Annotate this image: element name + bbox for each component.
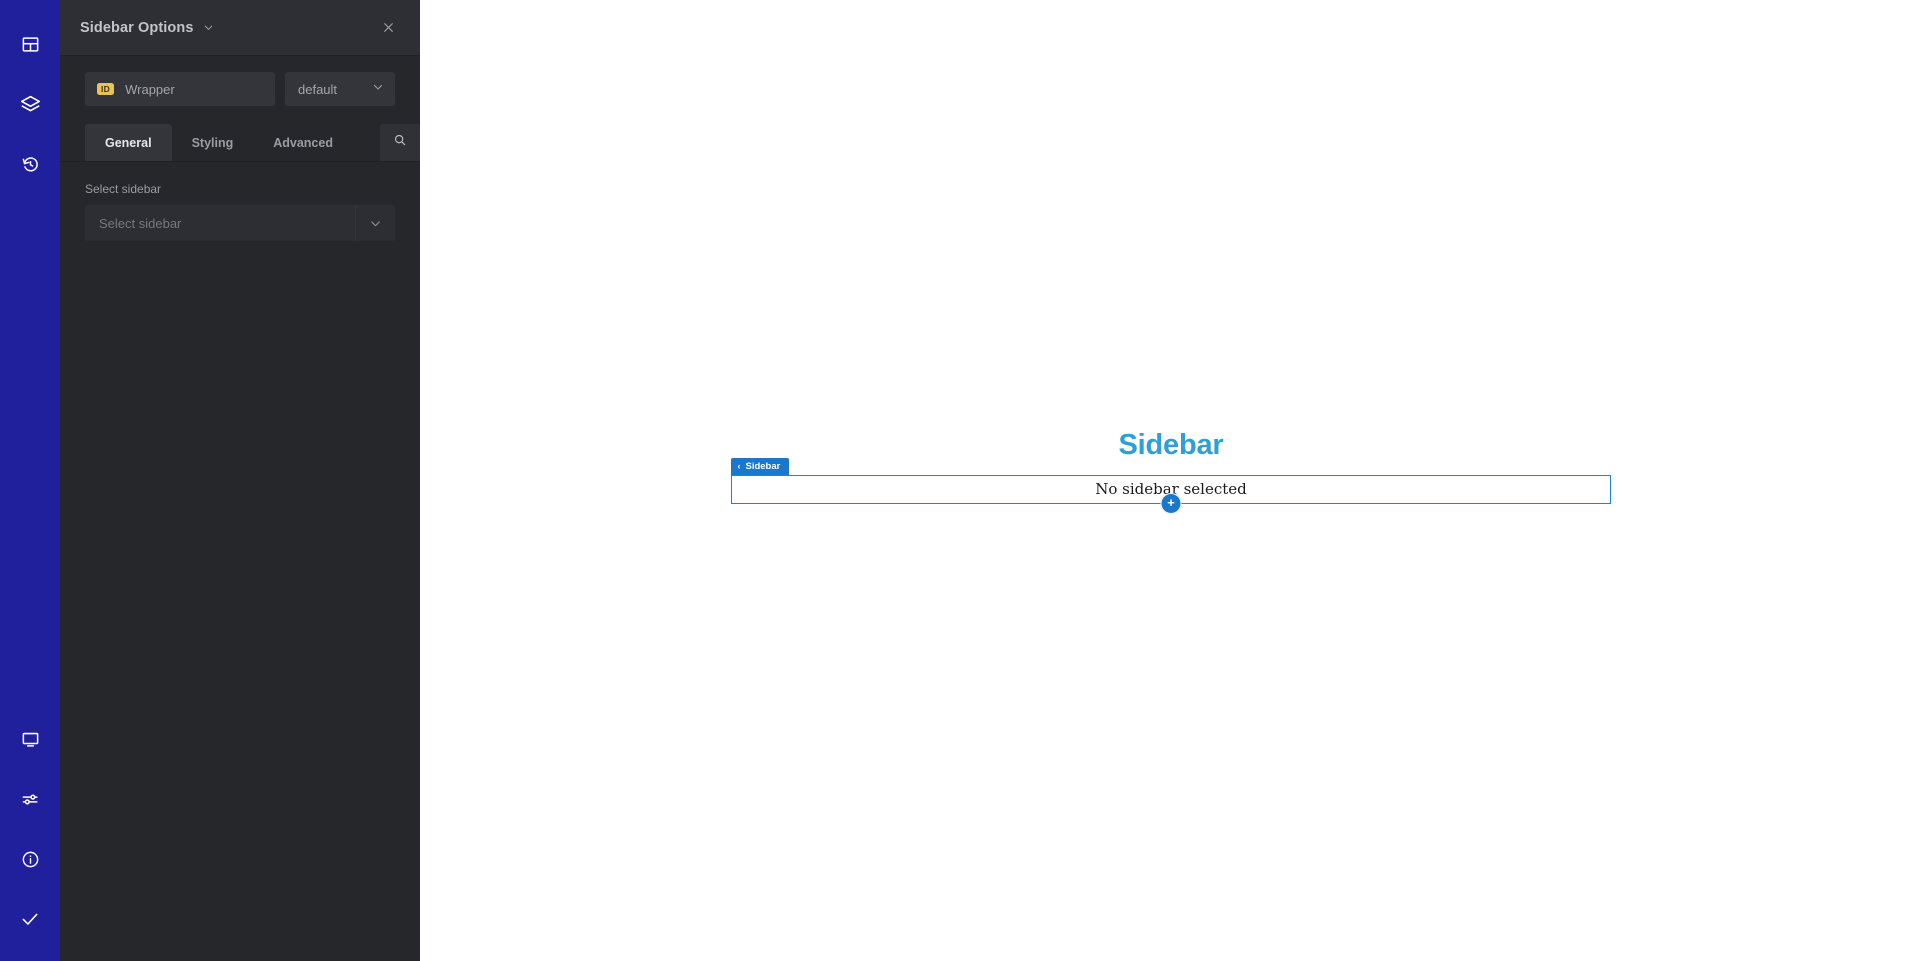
element-state-value: default bbox=[298, 81, 338, 97]
rail-bottom-group bbox=[0, 709, 60, 949]
element-id-row: ID Wrapper default bbox=[60, 56, 420, 106]
id-badge: ID bbox=[97, 82, 115, 96]
rail-item-elements[interactable] bbox=[0, 14, 60, 74]
chevron-down-icon bbox=[355, 205, 395, 241]
sidebar-widget: Sidebar ‹ Sidebar No sidebar selected + bbox=[730, 429, 1611, 514]
tabs-spacer bbox=[353, 124, 380, 161]
tab-styling-label: Styling bbox=[191, 135, 234, 150]
search-button[interactable] bbox=[380, 124, 420, 161]
panel-header: Sidebar Options bbox=[60, 0, 420, 56]
rail-item-navigator[interactable] bbox=[0, 74, 60, 134]
rail-item-history[interactable] bbox=[0, 134, 60, 194]
editor-canvas[interactable]: Sidebar ‹ Sidebar No sidebar selected + bbox=[420, 0, 1920, 961]
history-icon bbox=[21, 155, 40, 174]
tab-general[interactable]: General bbox=[85, 124, 172, 161]
rail-item-responsive[interactable] bbox=[0, 709, 60, 769]
chevron-down-icon bbox=[372, 80, 384, 98]
select-sidebar-input[interactable]: Select sidebar bbox=[85, 205, 395, 241]
panel-title: Sidebar Options bbox=[80, 19, 194, 36]
widget-heading: Sidebar bbox=[1118, 429, 1224, 461]
layout-icon bbox=[21, 35, 40, 54]
info-circle-icon bbox=[21, 850, 40, 869]
tab-general-label: General bbox=[105, 135, 152, 150]
element-handle-text: Sidebar bbox=[745, 460, 781, 472]
left-icon-rail bbox=[0, 0, 60, 961]
rail-item-help[interactable] bbox=[0, 829, 60, 889]
chevron-left-icon: ‹ bbox=[737, 460, 741, 471]
panel-tabs: General Styling Advanced bbox=[60, 124, 420, 162]
element-name-label: Wrapper bbox=[125, 81, 175, 97]
tab-advanced-label: Advanced bbox=[273, 135, 333, 150]
tab-styling[interactable]: Styling bbox=[172, 124, 254, 161]
monitor-icon bbox=[21, 730, 40, 749]
search-icon bbox=[393, 133, 407, 152]
layers-icon bbox=[20, 94, 41, 115]
add-element-plus: + bbox=[1167, 495, 1175, 511]
editor-root: Sidebar Options ID Wrapper default Gener… bbox=[0, 0, 1920, 961]
widget-element-box[interactable]: ‹ Sidebar No sidebar selected + bbox=[730, 457, 1611, 514]
add-element-button[interactable]: + bbox=[1160, 492, 1182, 514]
close-icon[interactable] bbox=[376, 16, 400, 40]
select-sidebar-label: Select sidebar bbox=[85, 182, 162, 196]
rail-top-group bbox=[0, 0, 60, 194]
sliders-icon bbox=[21, 790, 40, 809]
rail-item-publish[interactable] bbox=[0, 889, 60, 949]
element-handle-label[interactable]: ‹ Sidebar bbox=[730, 457, 790, 475]
chevron-down-icon[interactable] bbox=[203, 22, 214, 33]
tab-advanced[interactable]: Advanced bbox=[253, 124, 353, 161]
settings-panel: Sidebar Options ID Wrapper default Gener… bbox=[60, 0, 420, 961]
element-id-chip[interactable]: ID Wrapper bbox=[85, 72, 275, 106]
panel-body: ID Wrapper default General Styling Advan… bbox=[60, 56, 420, 961]
select-sidebar-value: Select sidebar bbox=[99, 215, 182, 231]
check-icon bbox=[20, 909, 40, 929]
rail-item-preferences[interactable] bbox=[0, 769, 60, 829]
panel-controls: Select sidebar Select sidebar bbox=[60, 162, 420, 241]
element-state-select[interactable]: default bbox=[285, 72, 395, 106]
